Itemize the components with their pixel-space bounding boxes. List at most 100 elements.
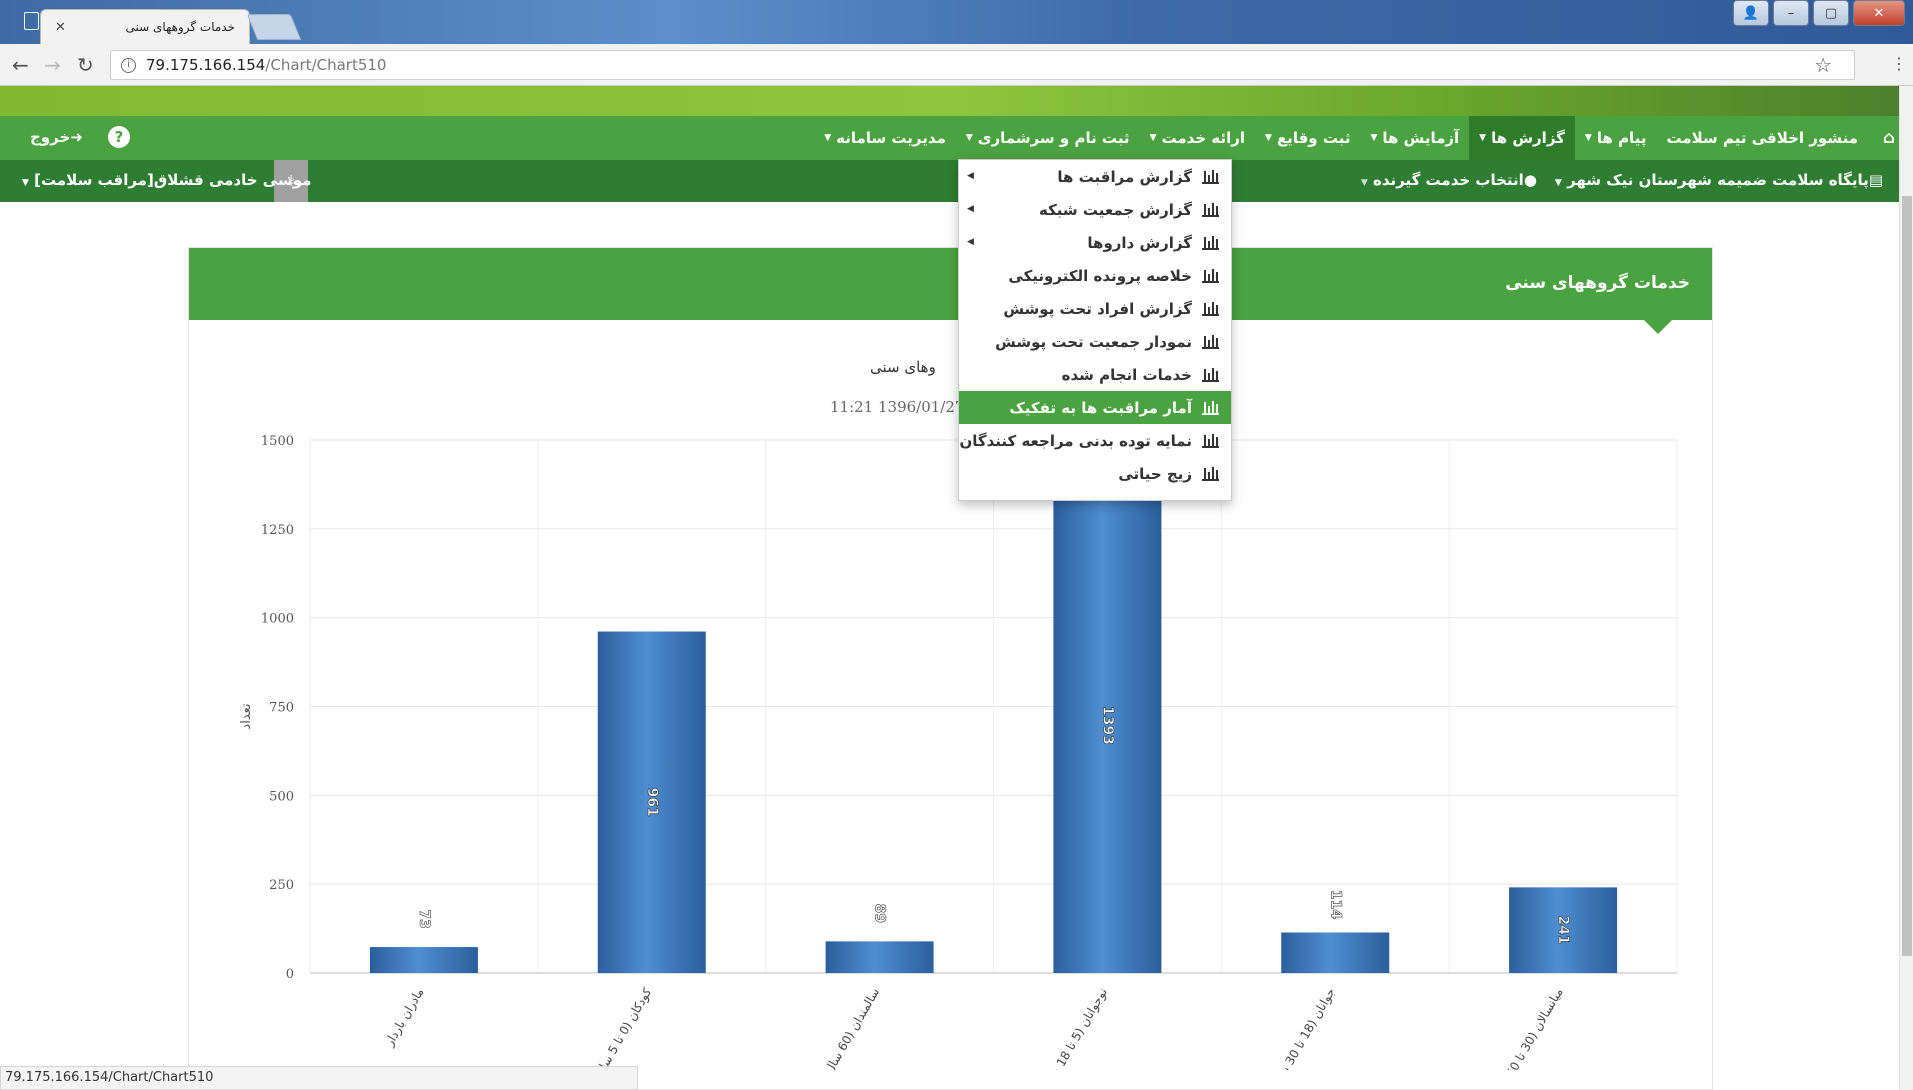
bar-chart-icon	[1202, 301, 1219, 316]
panel-title: خدمات گروههای سنی	[1505, 273, 1690, 293]
caret-down-icon: ▼	[1554, 178, 1562, 188]
browser-menu-icon[interactable]: ⋮	[1891, 54, 1907, 73]
user-icon: ●	[1523, 171, 1537, 189]
y-tick-label: 1250	[261, 523, 294, 538]
dropdown-item-label: گزارش جمعیت شبکه	[1038, 200, 1192, 219]
browser-tab[interactable]: خدمات گروههای سنی ✕	[40, 9, 250, 44]
x-tick-label: مادران باردار	[382, 986, 428, 1050]
url-field[interactable]: i 79.175.166.154/Chart/Chart510 ☆	[110, 50, 1855, 80]
user-menu[interactable]: موسی خادمی قشلاق[مراقب سلامت] ▼	[22, 171, 311, 189]
nav-item-system-management[interactable]: مدیریت سامانه ▼	[814, 116, 956, 160]
minimize-icon[interactable]: –	[1773, 0, 1809, 26]
nav-item-messages[interactable]: پیام ها ▼	[1575, 116, 1657, 160]
url-host: 79.175.166.154	[146, 56, 266, 74]
panel-notch	[1644, 320, 1672, 334]
bar-value-label: 1393	[1099, 706, 1115, 745]
bar-value-label: 73	[416, 909, 432, 928]
new-tab-button[interactable]	[246, 14, 302, 40]
dropdown-item-label: زیج حیاتی	[1118, 464, 1192, 483]
maximize-icon[interactable]: ▢	[1813, 0, 1849, 26]
dropdown-item[interactable]: نمودار جمعیت تحت پوشش	[959, 325, 1231, 358]
browser-titlebar: خدمات گروههای سنی ✕ 👤 – ▢ ✕	[0, 0, 1913, 44]
dropdown-item[interactable]: گزارش داروها ◀	[959, 226, 1231, 259]
help-icon[interactable]: ?	[108, 126, 130, 148]
bar-chart: 0 250 500 750 1000 1250 1500 73 مادران باردار 961…	[239, 434, 1678, 1071]
home-icon[interactable]: ⌂	[1883, 128, 1895, 148]
url-path: /Chart/Chart510	[265, 56, 387, 74]
submenu-arrow-icon: ◀	[967, 171, 974, 181]
logout-button[interactable]: ➜خروج	[30, 128, 83, 146]
window-controls: 👤 – ▢ ✕	[1733, 0, 1913, 32]
nav-label: آزمایش ها	[1382, 129, 1460, 147]
caret-down-icon: ▼	[22, 178, 29, 188]
nav-item-tests[interactable]: آزمایش ها ▼	[1360, 116, 1469, 160]
nav-item-ethics-charter[interactable]: منشور اخلاقی تیم سلامت	[1656, 116, 1868, 160]
address-bar: ← → ↻ i 79.175.166.154/Chart/Chart510 ☆ …	[0, 44, 1913, 86]
bookmark-star-icon[interactable]: ☆	[1814, 53, 1832, 77]
bar-value-label: 114	[1327, 890, 1343, 919]
caret-down-icon: ▼	[1584, 133, 1592, 143]
x-tick-label: سالمندان (60 سال و بالاتر)	[801, 986, 883, 1071]
dropdown-item[interactable]: خلاصه پرونده الکترونیکی	[959, 259, 1231, 292]
user-icon[interactable]: 👤	[1733, 0, 1769, 26]
forward-icon[interactable]: →	[44, 53, 61, 77]
dropdown-item[interactable]: خدمات انجام شده	[959, 358, 1231, 391]
caret-down-icon: ▼	[1149, 133, 1157, 143]
x-tick-label: نوجوانان (5 تا 18 سال)	[1038, 986, 1111, 1071]
caret-down-icon: ▼	[1360, 178, 1368, 188]
nav-item-events[interactable]: ثبت وقایع ▼	[1255, 116, 1360, 160]
back-icon[interactable]: ←	[12, 53, 29, 77]
page-scrollbar[interactable]	[1899, 86, 1913, 1090]
reports-dropdown: گزارش مراقبت ها ◀ گزارش جمعیت شبکه ◀ گزارش د…	[958, 159, 1232, 501]
select-client-button[interactable]: ●انتخاب خدمت گیرنده ▼	[1361, 171, 1537, 189]
reload-icon[interactable]: ↻	[77, 53, 94, 77]
caret-down-icon: ▼	[965, 133, 973, 143]
window-close-icon[interactable]: ✕	[1853, 0, 1905, 26]
site-info-icon[interactable]: i	[121, 57, 136, 73]
dropdown-item[interactable]: زیج حیاتی	[959, 457, 1231, 490]
bar	[1281, 932, 1390, 973]
bar-chart-icon	[1202, 169, 1219, 184]
y-tick-label: 1500	[261, 434, 294, 449]
dropdown-item-label: نمودار جمعیت تحت پوشش	[995, 332, 1192, 351]
submenu-arrow-icon: ◀	[967, 237, 974, 247]
chart-title: وهای سنی	[870, 358, 936, 376]
chart-subtitle: 11:21 1396/01/27	[830, 398, 965, 416]
bar-value-label: 89	[872, 904, 888, 923]
tab-title: خدمات گروههای سنی	[125, 20, 235, 34]
nav-item-service[interactable]: ارائه خدمت ▼	[1140, 116, 1255, 160]
bar-value-label: 241	[1555, 916, 1571, 945]
dropdown-item[interactable]: آمار مراقبت ها به تفکیک	[959, 391, 1231, 424]
scrollbar-thumb[interactable]	[1902, 196, 1912, 956]
x-tick-label: جوانان (18 تا 30 سال)	[1267, 986, 1339, 1071]
dropdown-item-label: گزارش افراد تحت پوشش	[1003, 299, 1192, 318]
bar-chart-icon	[1202, 466, 1219, 481]
panel-header: خدمات گروههای سنی	[189, 248, 1712, 320]
bar-chart-icon	[1202, 202, 1219, 217]
nav-item-reports[interactable]: گزارش ها ▼	[1469, 116, 1575, 160]
dropdown-item-label: نمایه توده بدنی مراجعه کنندگان	[959, 431, 1192, 450]
y-axis-label: تعداد	[239, 703, 254, 729]
dropdown-item[interactable]: گزارش افراد تحت پوشش	[959, 292, 1231, 325]
dropdown-item-label: آمار مراقبت ها به تفکیک	[1009, 398, 1192, 417]
dropdown-item-label: گزارش مراقبت ها	[1057, 167, 1192, 186]
dropdown-item[interactable]: گزارش جمعیت شبکه ◀	[959, 193, 1231, 226]
dropdown-item[interactable]: نمایه توده بدنی مراجعه کنندگان	[959, 424, 1231, 457]
select-client-label: انتخاب خدمت گیرنده	[1372, 171, 1524, 189]
bar-chart-icon	[1202, 268, 1219, 283]
bar-chart-icon	[1202, 334, 1219, 349]
x-tick-label: میانسالان (30 تا 60 سال)	[1488, 986, 1566, 1071]
tab-close-icon[interactable]: ✕	[55, 20, 66, 35]
nav-label: منشور اخلاقی تیم سلامت	[1666, 129, 1858, 147]
bar-value-label: 961	[644, 788, 660, 817]
caret-down-icon: ▼	[1265, 133, 1272, 143]
unit-label: پایگاه سلامت ضمیمه شهرستان نیک شهر	[1567, 171, 1869, 189]
dropdown-item[interactable]: گزارش مراقبت ها ◀	[959, 160, 1231, 193]
x-tick-label: کودکان (0 تا 5 سال)	[590, 985, 656, 1070]
caret-down-icon: ▼	[824, 133, 832, 143]
nav-label: مدیریت سامانه	[836, 129, 946, 147]
new-page-icon[interactable]	[24, 12, 39, 30]
unit-selector[interactable]: ▤پایگاه سلامت ضمیمه شهرستان نیک شهر ▼	[1555, 171, 1883, 189]
nav-item-registration[interactable]: ثبت نام و سرشماری ▼	[956, 116, 1140, 160]
bar-chart-icon	[1202, 400, 1219, 415]
